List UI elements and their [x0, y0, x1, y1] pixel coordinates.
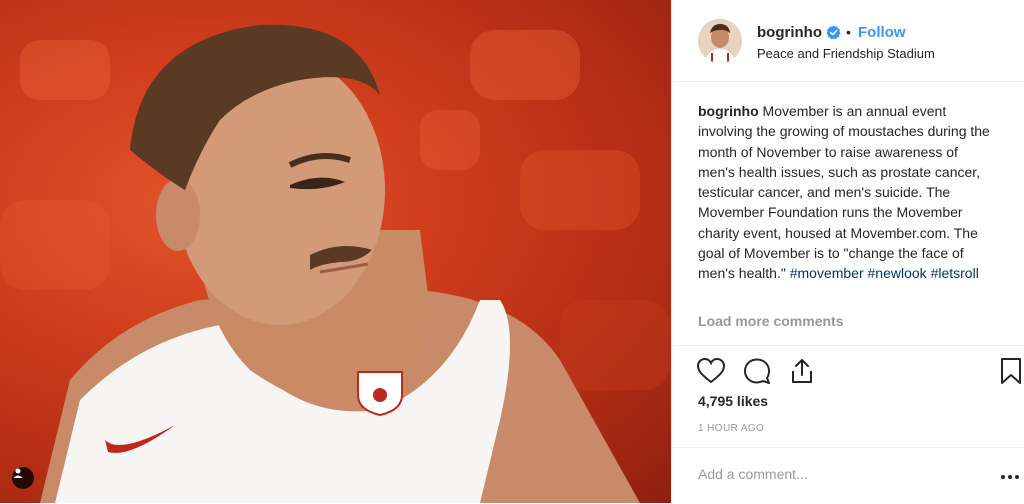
heart-icon[interactable] — [696, 356, 726, 386]
hashtag-link[interactable]: #movember — [790, 265, 864, 281]
avatar[interactable] — [698, 19, 742, 63]
post-caption: bogrinho Movember is an annual event inv… — [698, 101, 998, 284]
follow-button[interactable]: Follow — [858, 24, 906, 41]
comment-bubble-icon[interactable] — [742, 356, 772, 386]
separator-dot: • — [846, 24, 851, 40]
location-link[interactable]: Peace and Friendship Stadium — [757, 46, 935, 61]
user-tag-icon[interactable] — [12, 467, 34, 489]
post-header: bogrinho • Follow Peace and Friendship S… — [672, 0, 1024, 82]
share-icon[interactable] — [787, 356, 817, 386]
header-username[interactable]: bogrinho — [757, 24, 822, 41]
hashtag-link[interactable]: #letsroll — [931, 265, 979, 281]
caption-text: Movember is an annual event involving th… — [698, 103, 990, 282]
caption-username[interactable]: bogrinho — [698, 103, 759, 119]
post-photo-illustration — [0, 24, 670, 503]
verified-badge-icon — [826, 25, 841, 40]
post-timestamp[interactable]: 1 HOUR AGO — [698, 423, 764, 434]
load-more-comments-button[interactable]: Load more comments — [698, 313, 843, 329]
post-sidebar: bogrinho • Follow Peace and Friendship S… — [671, 0, 1024, 503]
post-photo[interactable] — [0, 0, 671, 503]
comment-form — [672, 447, 1024, 504]
hashtag-link[interactable]: #newlook — [868, 265, 927, 281]
more-options-icon[interactable] — [1000, 474, 1020, 480]
bookmark-icon[interactable] — [996, 356, 1024, 386]
action-bar — [672, 345, 1024, 384]
comment-input[interactable] — [698, 466, 968, 482]
likes-count[interactable]: 4,795 likes — [698, 393, 768, 409]
